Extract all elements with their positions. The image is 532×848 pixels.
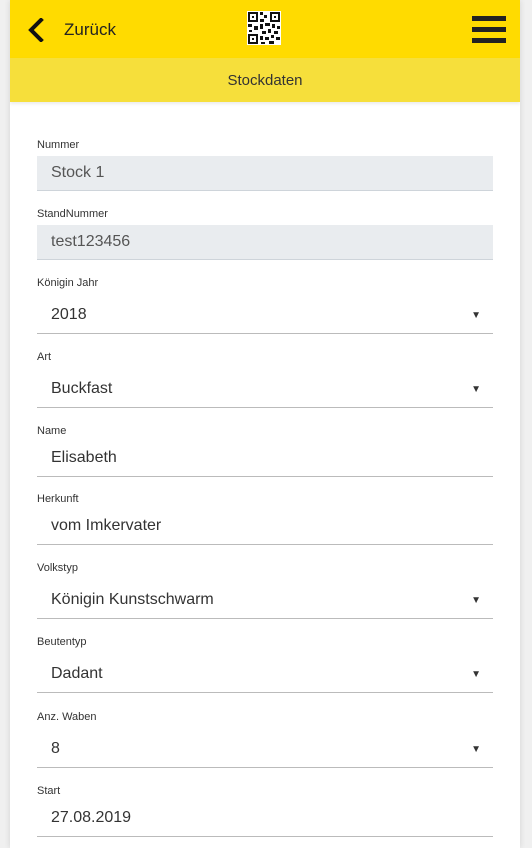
nummer-field: Stock 1 xyxy=(37,156,493,191)
page-header: Stockdaten xyxy=(10,58,520,102)
volkstyp-select[interactable]: Königin Kunstschwarm ▼ xyxy=(37,582,493,619)
field-start: Start 27.08.2019 xyxy=(37,784,493,844)
label-koenigin-jahr: Königin Jahr xyxy=(37,277,99,289)
field-koenigin-jahr: Königin Jahr 2018 ▼ xyxy=(37,276,493,350)
back-label: Zurück xyxy=(64,20,116,39)
anz-waben-select[interactable]: 8 ▼ xyxy=(37,731,493,768)
name-input[interactable]: Elisabeth xyxy=(37,440,493,477)
field-art: Art Buckfast ▼ xyxy=(37,350,493,424)
field-herkunft: Herkunft vom Imkervater xyxy=(37,492,493,561)
dropdown-caret-icon: ▼ xyxy=(471,595,481,606)
label-nummer: Nummer xyxy=(37,139,80,151)
start-date-input[interactable]: 27.08.2019 xyxy=(37,800,493,837)
label-art: Art xyxy=(37,351,52,363)
chevron-left-icon xyxy=(28,18,44,42)
dropdown-caret-icon: ▼ xyxy=(471,744,481,755)
herkunft-input[interactable]: vom Imkervater xyxy=(37,508,493,545)
art-value: Buckfast xyxy=(51,380,113,397)
field-name: Name Elisabeth xyxy=(37,424,493,492)
beutentyp-select[interactable]: Dadant ▼ xyxy=(37,656,493,693)
art-select[interactable]: Buckfast ▼ xyxy=(37,371,493,408)
top-bar: Zurück xyxy=(10,0,520,58)
beutentyp-value: Dadant xyxy=(51,665,103,682)
label-standnummer: StandNummer xyxy=(37,208,108,220)
label-volkstyp: Volkstyp xyxy=(37,562,78,574)
label-beutentyp: Beutentyp xyxy=(37,636,87,648)
anz-waben-value: 8 xyxy=(51,740,60,757)
app-screen: Zurück Stockdaten Nummer Stock 1 StandNu… xyxy=(10,0,520,848)
volkstyp-value: Königin Kunstschwarm xyxy=(51,591,214,608)
qr-code-icon[interactable] xyxy=(247,11,281,45)
dropdown-caret-icon: ▼ xyxy=(471,669,481,680)
field-volkstyp: Volkstyp Königin Kunstschwarm ▼ xyxy=(37,561,493,635)
page-title: Stockdaten xyxy=(227,71,303,89)
koenigin-jahr-select[interactable]: 2018 ▼ xyxy=(37,297,493,334)
field-standnummer: StandNummer test123456 xyxy=(37,207,493,276)
field-beutentyp: Beutentyp Dadant ▼ xyxy=(37,635,493,710)
label-anz-waben: Anz. Waben xyxy=(37,711,97,723)
dropdown-caret-icon: ▼ xyxy=(471,384,481,395)
label-name: Name xyxy=(37,425,67,437)
label-start: Start xyxy=(37,785,61,797)
field-nummer: Nummer Stock 1 xyxy=(37,138,493,207)
dropdown-caret-icon: ▼ xyxy=(471,310,481,321)
hive-form: Nummer Stock 1 StandNummer test123456 Kö… xyxy=(37,138,493,844)
back-button[interactable]: Zurück xyxy=(28,14,116,46)
field-anz-waben: Anz. Waben 8 ▼ xyxy=(37,710,493,784)
koenigin-jahr-value: 2018 xyxy=(51,306,87,323)
hamburger-menu-icon[interactable] xyxy=(472,16,506,44)
label-herkunft: Herkunft xyxy=(37,493,79,505)
standnummer-field: test123456 xyxy=(37,225,493,260)
